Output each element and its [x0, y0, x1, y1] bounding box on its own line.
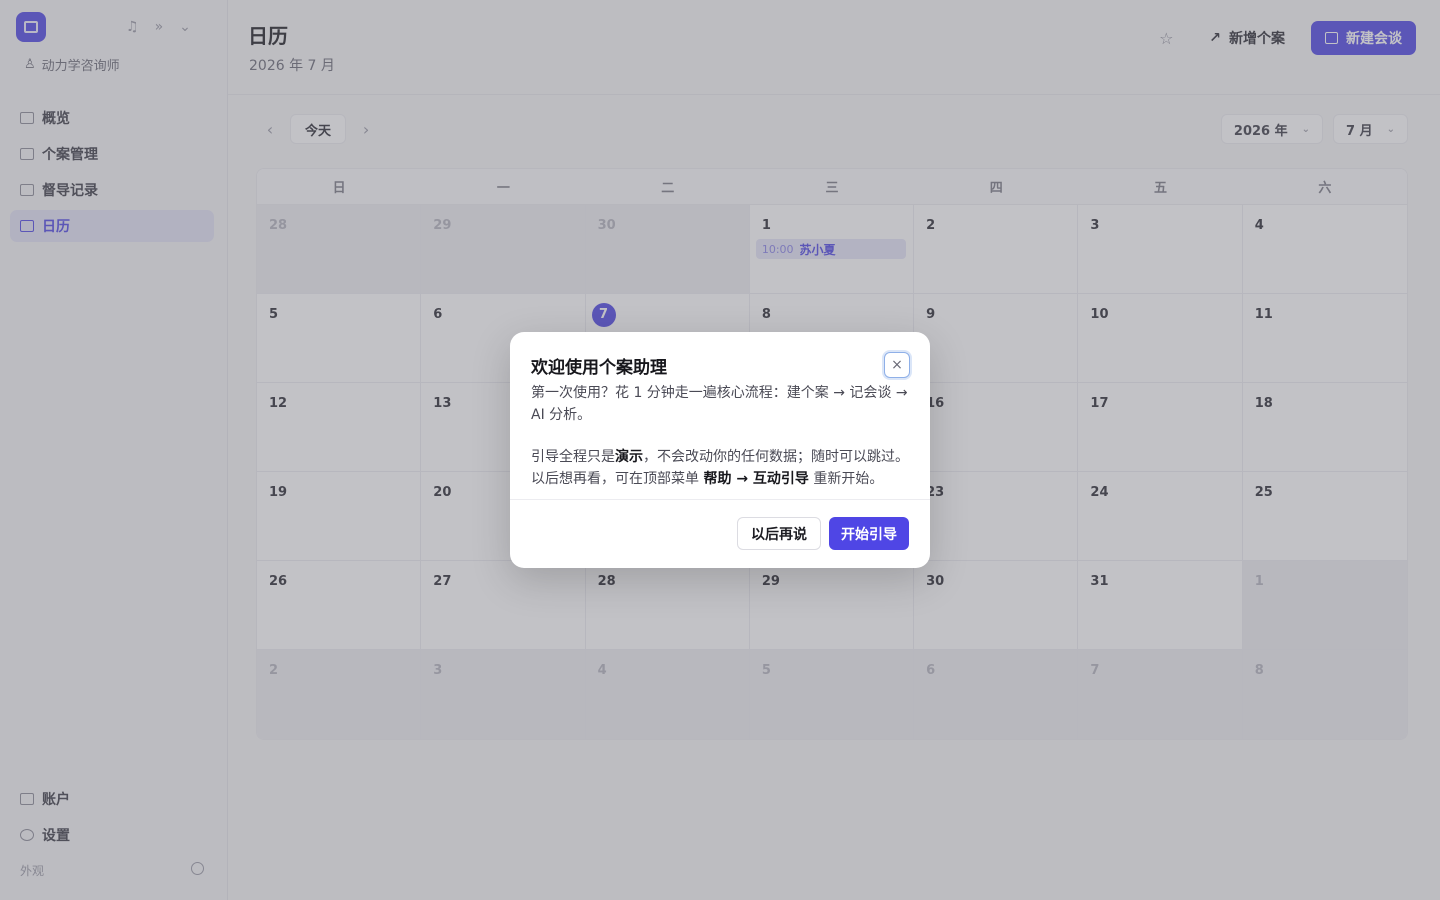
note-suffix: ，不会改动你的任何数据；随时可以跳过。 — [643, 449, 909, 465]
hint-suffix: 重新开始。 — [808, 471, 884, 487]
hint-menu-path: 帮助 → 互动引导 — [703, 471, 809, 487]
dialog-footer: 以后再说 开始引导 — [737, 517, 909, 550]
dialog-divider — [510, 499, 930, 500]
note-bold: 演示 — [615, 449, 643, 465]
dialog-title: 欢迎使用个案助理 — [531, 358, 667, 378]
hint-prefix: 以后想再看，可在顶部菜单 — [531, 471, 704, 487]
welcome-dialog: 欢迎使用个案助理 × 第一次使用？花 1 分钟走一遍核心流程：建个案 → 记会谈… — [510, 332, 930, 568]
later-button[interactable]: 以后再说 — [737, 517, 821, 550]
close-icon[interactable]: × — [884, 352, 910, 378]
note-prefix: 引导全程只是 — [531, 449, 615, 465]
dialog-body: 第一次使用？花 1 分钟走一遍核心流程：建个案 → 记会谈 → AI 分析。 引… — [531, 382, 911, 490]
dialog-note: 引导全程只是演示，不会改动你的任何数据；随时可以跳过。 以后想再看，可在顶部菜单 … — [531, 446, 911, 490]
start-tour-button[interactable]: 开始引导 — [829, 517, 909, 550]
dialog-intro: 第一次使用？花 1 分钟走一遍核心流程：建个案 → 记会谈 → AI 分析。 — [531, 385, 908, 423]
